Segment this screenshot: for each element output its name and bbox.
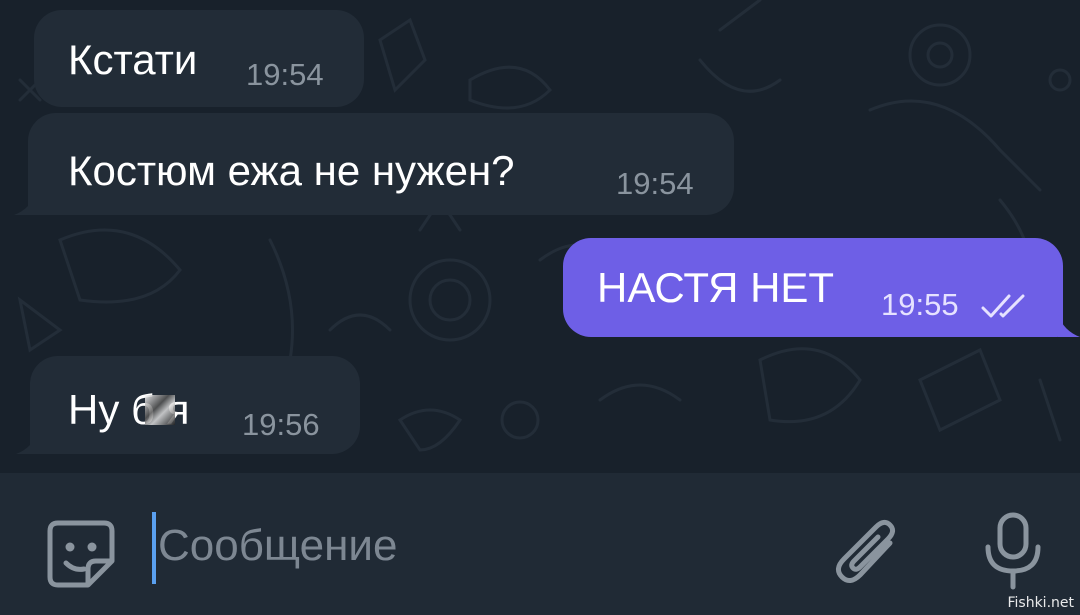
- bubble-tail: [16, 432, 38, 454]
- double-check-icon: [981, 294, 1025, 318]
- paperclip-icon[interactable]: [832, 513, 904, 595]
- message-time: 19:55: [881, 287, 959, 322]
- message-bubble-outgoing[interactable]: НАСТЯ НЕТ 19:55: [563, 238, 1063, 337]
- bubble-tail: [1058, 315, 1080, 337]
- message-time: 19:56: [242, 407, 320, 442]
- message-time: 19:54: [246, 57, 324, 92]
- message-input-placeholder: Сообщение: [158, 521, 398, 570]
- bubble-tail: [14, 193, 36, 215]
- message-time: 19:54: [616, 166, 694, 201]
- sticker-smile-icon[interactable]: [44, 517, 118, 591]
- message-text: НАСТЯ НЕТ: [597, 264, 835, 311]
- watermark: Fishki.net: [1007, 595, 1074, 611]
- chat-area[interactable]: Кстати 19:54 Костюм ежа не нужен? 19:54 …: [0, 0, 1080, 473]
- message-bubble-incoming[interactable]: Костюм ежа не нужен? 19:54: [28, 113, 734, 215]
- message-text: Костюм ежа не нужен?: [68, 147, 515, 194]
- censor-blur: [145, 395, 175, 425]
- text-caret: [152, 512, 156, 584]
- microphone-icon[interactable]: [980, 511, 1046, 591]
- message-bubble-incoming[interactable]: Ну б я 19:56: [30, 356, 360, 454]
- message-bubble-incoming[interactable]: Кстати 19:54: [34, 10, 364, 107]
- message-text: Кстати: [68, 36, 198, 83]
